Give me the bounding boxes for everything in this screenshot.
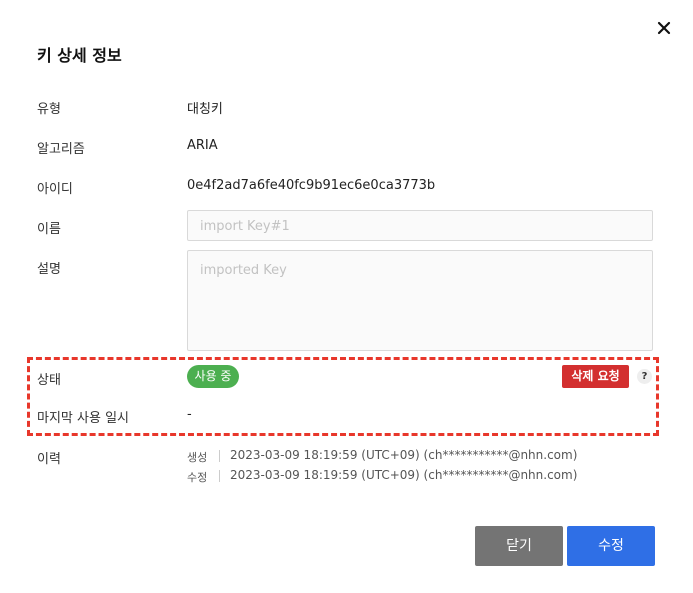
- edit-button[interactable]: 수정: [567, 526, 655, 566]
- history-separator: [219, 450, 220, 462]
- history-created-label: 생성: [187, 451, 208, 464]
- help-icon[interactable]: ?: [637, 369, 652, 384]
- dialog-title: 키 상세 정보: [37, 46, 122, 65]
- history-created-value: 2023-03-09 18:19:59 (UTC+09) (ch********…: [230, 448, 578, 462]
- last-used-label: 마지막 사용 일시: [37, 411, 129, 426]
- type-value: 대칭키: [187, 102, 223, 117]
- name-input[interactable]: import Key#1: [187, 210, 653, 241]
- id-label: 아이디: [37, 182, 73, 197]
- last-used-value: -: [187, 407, 192, 422]
- history-modified-value: 2023-03-09 18:19:59 (UTC+09) (ch********…: [230, 468, 578, 482]
- status-badge: 사용 중: [187, 365, 239, 388]
- description-label: 설명: [37, 262, 61, 277]
- close-icon[interactable]: [655, 19, 673, 37]
- name-placeholder: import Key#1: [200, 219, 290, 234]
- delete-request-button[interactable]: 삭제 요청: [562, 365, 629, 388]
- name-label: 이름: [37, 222, 61, 237]
- history-separator: [219, 470, 220, 482]
- id-value: 0e4f2ad7a6fe40fc9b91ec6e0ca3773b: [187, 178, 436, 193]
- description-placeholder: imported Key: [200, 263, 287, 278]
- history-label: 이력: [37, 452, 61, 467]
- algorithm-value: ARIA: [187, 138, 218, 153]
- close-button[interactable]: 닫기: [475, 526, 563, 566]
- history-modified-label: 수정: [187, 471, 208, 484]
- type-label: 유형: [37, 102, 61, 117]
- algorithm-label: 알고리즘: [37, 142, 85, 157]
- description-textarea[interactable]: imported Key: [187, 250, 653, 351]
- status-label: 상태: [37, 373, 61, 388]
- key-detail-dialog: 키 상세 정보 유형 대칭키 알고리즘 ARIA 아이디 0e4f2ad7a6f…: [0, 0, 693, 593]
